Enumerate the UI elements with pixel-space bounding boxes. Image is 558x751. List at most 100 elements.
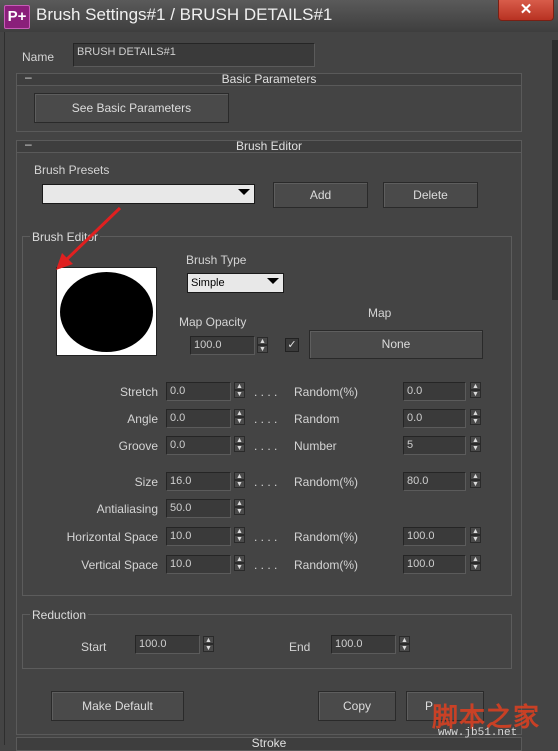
scrollbar[interactable] [552,40,558,300]
end-label: End [289,640,311,654]
param-right-spinner[interactable]: ▲ ▼ [470,409,481,426]
param-spinner[interactable]: ▲ ▼ [234,527,245,544]
spinner-up-icon: ▲ [470,555,481,563]
param-spinner[interactable]: ▲ ▼ [234,555,245,572]
param-label: Antialiasing [96,502,158,516]
param-dots: . . . . [254,412,278,426]
param-label: Groove [118,439,158,453]
annotation-arrow-icon [56,206,122,270]
brush-type-dropdown[interactable]: Simple [187,273,284,293]
map-none-button[interactable]: None [309,330,483,359]
spinner-down-icon: ▼ [257,345,268,353]
param-right-input[interactable]: 5 [403,436,466,455]
make-default-button[interactable]: Make Default [51,691,184,721]
rollout-title: Stroke [251,736,287,750]
param-right-label: Number [294,439,337,453]
close-button[interactable]: ✕ [498,0,554,21]
collapse-icon: – [25,137,32,151]
spinner-up-icon: ▲ [203,636,214,644]
close-icon: ✕ [519,1,533,18]
param-input[interactable]: 0.0 [166,436,231,455]
spinner-down-icon: ▼ [234,563,245,571]
param-right-input[interactable]: 100.0 [403,555,466,574]
spinner-down-icon: ▼ [234,444,245,452]
window-title: Brush Settings#1 / BRUSH DETAILS#1 [36,5,333,24]
spinner-down-icon: ▼ [470,480,481,488]
param-right-spinner[interactable]: ▲ ▼ [470,527,481,544]
spinner-up-icon: ▲ [234,499,245,507]
map-opacity-input[interactable]: 100.0 [190,336,255,355]
spinner-up-icon: ▲ [234,409,245,417]
param-input[interactable]: 50.0 [166,499,231,518]
spinner-down-icon: ▼ [470,417,481,425]
brush-type-label: Brush Type [186,253,247,267]
spinner-down-icon: ▼ [470,390,481,398]
param-right-label: Random(%) [294,385,359,399]
spinner-up-icon: ▲ [234,472,245,480]
param-dots: . . . . [254,530,278,544]
spinner-down-icon: ▼ [470,535,481,543]
spinner-down-icon: ▼ [203,644,214,652]
param-spinner[interactable]: ▲ ▼ [234,499,245,516]
param-dots: . . . . [254,385,278,399]
chevron-down-icon [267,278,279,284]
map-label: Map [368,306,392,320]
param-right-input[interactable]: 100.0 [403,527,466,546]
spinner-down-icon: ▼ [234,480,245,488]
spinner-up-icon: ▲ [470,527,481,535]
spinner-up-icon: ▲ [470,409,481,417]
param-input[interactable]: 0.0 [166,382,231,401]
param-right-spinner[interactable]: ▲ ▼ [470,382,481,399]
param-input[interactable]: 0.0 [166,409,231,428]
map-enable-checkbox[interactable]: ✓ [285,338,299,352]
app-icon: P+ [4,5,30,29]
spinner-up-icon: ▲ [234,527,245,535]
param-input[interactable]: 10.0 [166,527,231,546]
start-input[interactable]: 100.0 [135,635,200,654]
see-basic-parameters-button[interactable]: See Basic Parameters [34,93,229,123]
param-spinner[interactable]: ▲ ▼ [234,436,245,453]
add-preset-button[interactable]: Add [273,182,368,208]
param-right-input[interactable]: 80.0 [403,472,466,491]
param-label: Vertical Space [81,558,158,572]
end-spinner[interactable]: ▲ ▼ [399,636,410,653]
param-label: Stretch [119,385,158,399]
chevron-down-icon [238,189,250,195]
collapse-icon: – [25,70,32,84]
param-right-spinner[interactable]: ▲ ▼ [470,472,481,489]
param-label: Size [134,475,158,489]
param-right-input[interactable]: 0.0 [403,382,466,401]
spinner-up-icon: ▲ [234,382,245,390]
spinner-down-icon: ▼ [470,563,481,571]
param-right-spinner[interactable]: ▲ ▼ [470,436,481,453]
spinner-down-icon: ▼ [234,417,245,425]
map-opacity-spinner[interactable]: ▲ ▼ [257,337,268,354]
spinner-up-icon: ▲ [234,436,245,444]
spinner-up-icon: ▲ [470,382,481,390]
param-input[interactable]: 16.0 [166,472,231,491]
param-label: Horizontal Space [66,530,158,544]
copy-button[interactable]: Copy [318,691,396,721]
param-right-spinner[interactable]: ▲ ▼ [470,555,481,572]
spinner-down-icon: ▼ [234,535,245,543]
stroke-rollout-header[interactable]: Stroke [16,737,522,751]
param-spinner[interactable]: ▲ ▼ [234,382,245,399]
spinner-down-icon: ▼ [470,444,481,452]
spinner-up-icon: ▲ [234,555,245,563]
param-input[interactable]: 10.0 [166,555,231,574]
start-spinner[interactable]: ▲ ▼ [203,636,214,653]
brush-type-value: Simple [191,277,225,289]
param-right-label: Random [294,412,340,426]
brush-editor-rollout-header[interactable]: – Brush Editor [16,137,522,153]
param-right-label: Random(%) [294,558,359,572]
param-right-input[interactable]: 0.0 [403,409,466,428]
map-opacity-label: Map Opacity [179,315,247,329]
name-label: Name [22,50,55,64]
brush-preview [56,267,157,356]
end-input[interactable]: 100.0 [331,635,396,654]
param-spinner[interactable]: ▲ ▼ [234,409,245,426]
name-field[interactable]: BRUSH DETAILS#1 [73,43,315,67]
basic-parameters-rollout-header[interactable]: – Basic Parameters [16,70,522,86]
param-spinner[interactable]: ▲ ▼ [234,472,245,489]
delete-preset-button[interactable]: Delete [383,182,478,208]
